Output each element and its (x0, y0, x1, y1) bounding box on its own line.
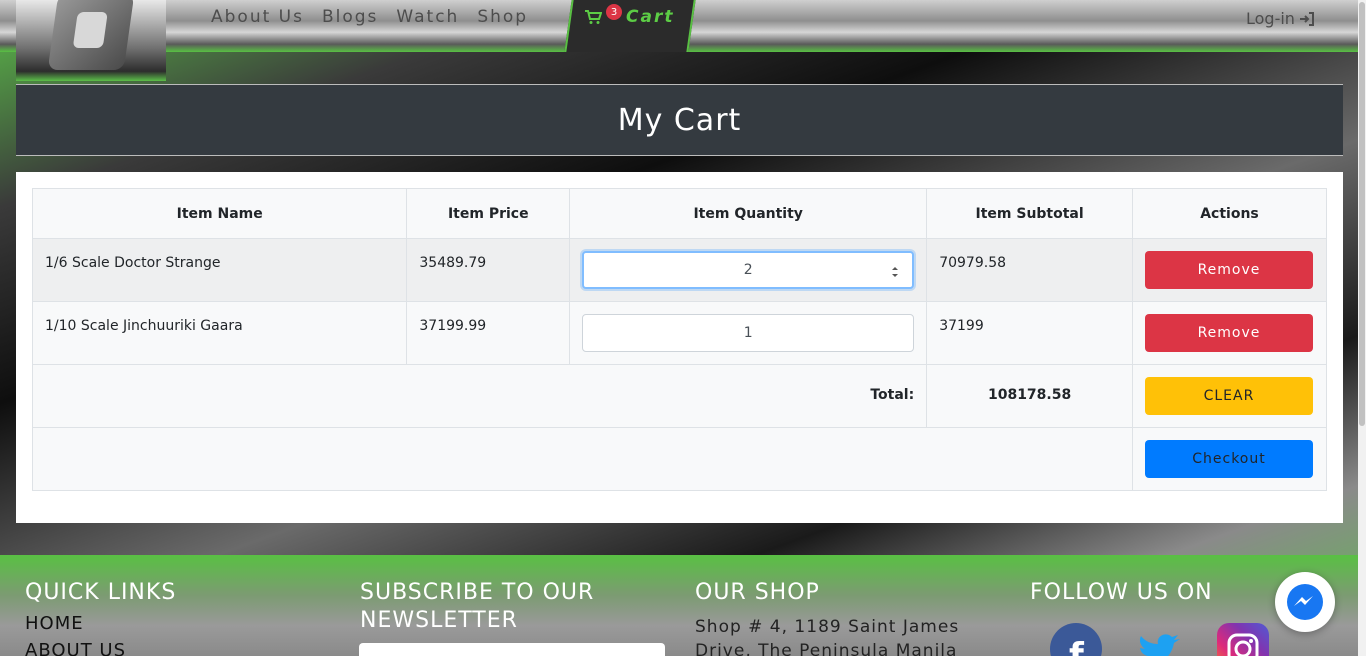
item-subtotal: 70979.58 (926, 238, 1133, 302)
item-price: 37199.99 (406, 301, 571, 365)
instagram-icon[interactable] (1217, 623, 1269, 656)
follow-section: FOLLOW US ON (1030, 579, 1213, 607)
checkout-cell: Checkout (1131, 427, 1328, 491)
quantity-input[interactable]: 1 (582, 314, 915, 352)
header-item-name: Item Name (31, 188, 408, 239)
table-header-row: Item Name Item Price Item Quantity Item … (31, 188, 1328, 239)
checkout-row: Checkout (32, 427, 1328, 491)
header-actions: Actions (1131, 188, 1328, 239)
remove-button[interactable]: Remove (1144, 314, 1313, 352)
site-footer: QUICK LINKS HOME ABOUT US SUBSCRIBE TO O… (0, 555, 1358, 656)
cart-table: Item Name Item Price Item Quantity Item … (31, 188, 1328, 491)
nav-cart[interactable]: 3 Cart (584, 4, 675, 27)
quick-links-section: QUICK LINKS HOME ABOUT US (25, 579, 176, 656)
newsletter-title: SUBSCRIBE TO OUR NEWSLETTER (360, 580, 595, 633)
logo-icon (47, 0, 135, 70)
footer-link-about-us[interactable]: ABOUT US (25, 640, 176, 656)
nav-watch[interactable]: Watch (396, 7, 459, 27)
cart-panel: Item Name Item Price Item Quantity Item … (16, 172, 1343, 523)
checkout-spacer (32, 427, 1133, 491)
main-nav: About Us Blogs Watch Shop (211, 7, 528, 27)
cart-label: Cart (626, 7, 675, 27)
our-shop-section: OUR SHOP Shop # 4, 1189 Saint James Driv… (695, 579, 985, 656)
newsletter-email-input[interactable] (359, 643, 665, 656)
login-label: Log-in (1246, 9, 1295, 28)
newsletter-section: SUBSCRIBE TO OUR NEWSLETTER (360, 579, 650, 635)
shopping-cart-icon (585, 10, 602, 24)
nav-shop[interactable]: Shop (477, 7, 528, 27)
quantity-value: 1 (743, 325, 753, 341)
login-link[interactable]: Log-in (1246, 9, 1315, 28)
sign-in-icon (1299, 11, 1314, 26)
facebook-icon[interactable]: f (1050, 623, 1102, 656)
twitter-icon[interactable] (1134, 623, 1186, 656)
item-actions-cell: Remove (1131, 301, 1328, 365)
item-name: 1/6 Scale Doctor Strange (31, 238, 408, 302)
table-row: 1/6 Scale Doctor Strange 35489.79 2 7097… (31, 238, 1328, 302)
nav-blogs[interactable]: Blogs (322, 7, 378, 27)
item-actions-cell: Remove (1131, 238, 1328, 302)
remove-button[interactable]: Remove (1144, 251, 1313, 289)
footer-link-home[interactable]: HOME (25, 613, 176, 634)
follow-title: FOLLOW US ON (1030, 580, 1213, 605)
scrollbar-thumb[interactable] (1359, 2, 1365, 426)
item-quantity-cell: 1 (569, 301, 928, 365)
clear-cell: CLEAR (1131, 364, 1328, 428)
quick-links-title: QUICK LINKS (25, 580, 177, 605)
item-name: 1/10 Scale Jinchuuriki Gaara (31, 301, 408, 365)
nav-about-us[interactable]: About Us (211, 7, 304, 27)
header-item-quantity: Item Quantity (569, 188, 928, 239)
item-price: 35489.79 (406, 238, 571, 302)
svg-text:f: f (1069, 636, 1085, 656)
shop-address: Shop # 4, 1189 Saint James Drive, The Pe… (695, 617, 960, 656)
cart-count-badge: 3 (606, 4, 622, 20)
quantity-input[interactable]: 2 (582, 251, 915, 289)
site-logo[interactable] (16, 0, 166, 81)
checkout-button[interactable]: Checkout (1144, 440, 1313, 478)
our-shop-title: OUR SHOP (695, 580, 820, 605)
messenger-chat-button[interactable] (1275, 572, 1335, 632)
total-value: 108178.58 (926, 364, 1133, 428)
table-row: 1/10 Scale Jinchuuriki Gaara 37199.99 1 … (31, 301, 1328, 365)
messenger-icon (1287, 584, 1323, 620)
total-label: Total: (31, 364, 928, 428)
header-item-subtotal: Item Subtotal (926, 188, 1133, 239)
item-quantity-cell: 2 (569, 238, 928, 302)
total-row: Total: 108178.58 CLEAR (31, 364, 1328, 428)
item-subtotal: 37199 (926, 301, 1133, 365)
quantity-value: 2 (743, 262, 753, 278)
page-title: My Cart (617, 102, 742, 138)
header-item-price: Item Price (406, 188, 571, 239)
spinner-arrows-icon[interactable] (890, 264, 900, 280)
cart-header: My Cart (16, 84, 1343, 156)
clear-cart-button[interactable]: CLEAR (1144, 377, 1313, 415)
